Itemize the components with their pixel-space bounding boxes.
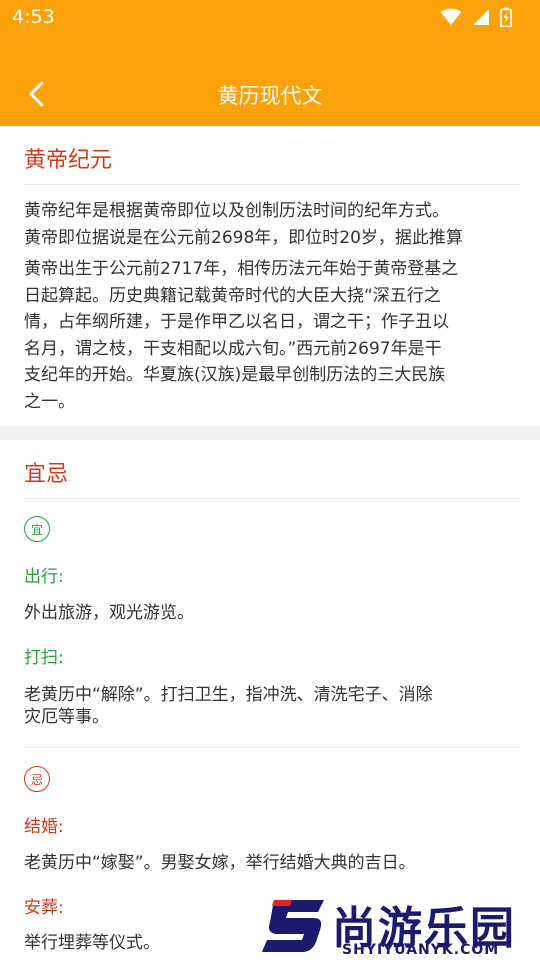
- body-line: 黄帝即位据说是在公元前2698年，即位时20岁，据此推算: [24, 227, 463, 248]
- body-line: 情，占年纲所建，于是作甲乙以名日，谓之干；作子丑以: [24, 312, 449, 332]
- desc-line: 灾厄等事。: [24, 707, 109, 727]
- wifi-icon: [440, 8, 462, 25]
- section-body: 黄帝纪年是根据黄帝即位以及创制历法时间的纪年方式。 黄帝即位据说是在公元前269…: [24, 198, 520, 415]
- s-logo-icon: [262, 900, 324, 952]
- divider: [24, 747, 520, 748]
- section-separator: [0, 426, 540, 440]
- good-item-desc: 外出旅游，观光游览。: [24, 603, 194, 623]
- body-line: 之一。: [24, 391, 75, 412]
- battery-icon: [500, 7, 512, 27]
- body-line: 名月，谓之枝，干支相配以成六旬。”西元前2697年是干: [24, 338, 442, 359]
- watermark-logo: 尚游乐园 SHYIYUANYK.COM: [262, 890, 540, 960]
- good-item-desc: 老黄历中“解除”。打扫卫生，指冲洗、清洗宅子、消除 灾厄等事。: [24, 684, 520, 728]
- section-title: 宜忌: [24, 462, 69, 487]
- page-title: 黄历现代文: [217, 84, 323, 108]
- status-bar: 4:53: [0, 0, 540, 36]
- body-line: 日起算起。历史典籍记载黄帝时代的大臣大挠“深五行之: [24, 285, 441, 306]
- watermark-url: SHYIYUANYK.COM: [342, 942, 500, 958]
- section-yi-ji: 宜忌 宜 出行: 外出旅游，观光游览。 打扫: 老黄历中“解除”。打扫卫生，指冲…: [0, 440, 540, 960]
- section-title: 黄帝纪元: [24, 148, 113, 173]
- app-bar: 黄历现代文: [0, 64, 540, 124]
- divider: [24, 184, 520, 185]
- status-time: 4:53: [12, 6, 55, 28]
- yi-badge: 宜: [24, 516, 50, 542]
- section-huangdi-era: 黄帝纪元 黄帝纪年是根据黄帝即位以及创制历法时间的纪年方式。 黄帝即位据说是在公…: [0, 126, 540, 426]
- good-item-label: 出行:: [24, 567, 64, 587]
- body-line: 黄帝纪年是根据黄帝即位以及创制历法时间的纪年方式。: [24, 201, 449, 221]
- bad-item-label: 安葬:: [24, 898, 64, 918]
- bad-item-desc: 老黄历中“嫁娶”。男娶女嫁，举行结婚大典的吉日。: [24, 853, 416, 873]
- signal-icon: [473, 9, 489, 25]
- body-line: 黄帝出生于公元前2717年，相传历法元年始于黄帝登基之: [24, 259, 459, 279]
- top-bar: 4:53 黄历现代文: [0, 0, 540, 126]
- status-icons: [440, 7, 512, 27]
- desc-line: 老黄历中“解除”。打扫卫生，指冲洗、清洗宅子、消除: [24, 685, 433, 705]
- body-line: 支纪年的开始。华夏族(汉族)是最早创制历法的三大民族: [24, 365, 446, 385]
- divider: [24, 498, 520, 499]
- good-item-label: 打扫:: [24, 648, 64, 668]
- bad-item-label: 结婚:: [24, 817, 64, 837]
- ji-badge: 忌: [24, 766, 50, 792]
